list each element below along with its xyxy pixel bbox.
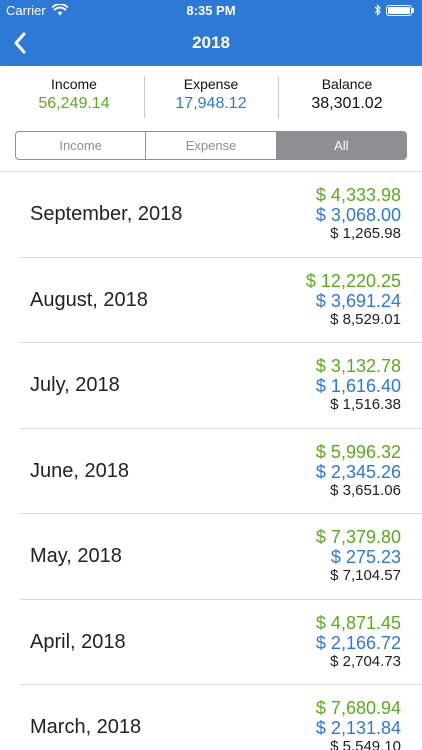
expense-total: 17,948.12 <box>175 95 247 112</box>
month-expense: $ 3,691.24 <box>315 290 401 311</box>
month-balance: $ 3,651.06 <box>330 481 401 499</box>
month-label: September, 2018 <box>30 203 183 225</box>
income-summary: Income 56,249.14 <box>4 76 144 113</box>
segment-all[interactable]: All <box>276 132 406 159</box>
month-row[interactable]: August, 2018 $ 12,220.25 $ 3,691.24 $ 8,… <box>20 258 422 343</box>
month-income: $ 5,996.32 <box>315 441 401 462</box>
month-expense: $ 3,068.00 <box>315 205 401 225</box>
month-balance: $ 1,265.98 <box>330 225 401 242</box>
status-time: 8:35 PM <box>186 3 236 18</box>
month-balance: $ 8,529.01 <box>330 310 401 328</box>
month-amounts: $ 12,220.25 $ 3,691.24 $ 8,529.01 <box>306 271 401 329</box>
month-expense: $ 275.23 <box>330 547 401 567</box>
month-balance: $ 7,104.57 <box>330 567 401 584</box>
month-expense: $ 1,616.40 <box>315 376 401 396</box>
month-expense: $ 2,166.72 <box>315 632 401 653</box>
month-amounts: $ 5,996.32 $ 2,345.26 $ 3,651.06 <box>316 442 401 500</box>
status-bar: Carrier 8:35 PM <box>0 0 422 20</box>
year-summary: Income 56,249.14 Expense 17,948.12 Balan… <box>0 66 422 122</box>
month-label: July, 2018 <box>30 374 120 396</box>
month-income: $ 12,220.25 <box>305 270 401 291</box>
page-title: 2018 <box>192 33 230 52</box>
month-income: $ 4,871.45 <box>315 612 401 633</box>
month-row[interactable]: April, 2018 $ 4,871.45 $ 2,166.72 $ 2,70… <box>20 600 422 685</box>
expense-summary: Expense 17,948.12 <box>141 76 281 113</box>
navigation-bar: 2018 <box>0 20 422 66</box>
expense-label: Expense <box>183 76 239 92</box>
month-expense: $ 2,345.26 <box>315 461 401 482</box>
month-balance: $ 2,704.73 <box>330 652 401 670</box>
month-row[interactable]: September, 2018 $ 4,333.98 $ 3,068.00 $ … <box>20 172 422 258</box>
month-amounts: $ 7,379.80 $ 275.23 $ 7,104.57 <box>316 527 401 585</box>
month-income: $ 7,680.94 <box>315 698 401 718</box>
month-label: August, 2018 <box>30 288 148 311</box>
month-row[interactable]: July, 2018 $ 3,132.78 $ 1,616.40 $ 1,516… <box>20 343 422 429</box>
balance-label: Balance <box>321 76 373 92</box>
income-total: 56,249.14 <box>38 95 110 112</box>
month-row[interactable]: March, 2018 $ 7,680.94 $ 2,131.84 $ 5,54… <box>20 685 422 750</box>
month-expense: $ 2,131.84 <box>315 718 401 738</box>
balance-total: 38,301.02 <box>311 95 383 112</box>
month-income: $ 7,379.80 <box>315 527 401 547</box>
month-income: $ 3,132.78 <box>315 356 401 376</box>
month-label: June, 2018 <box>30 459 129 482</box>
segment-expense[interactable]: Expense <box>146 132 277 159</box>
month-amounts: $ 4,871.45 $ 2,166.72 $ 2,704.73 <box>316 613 401 671</box>
month-balance: $ 1,516.38 <box>330 396 401 413</box>
month-income: $ 4,333.98 <box>315 185 401 205</box>
battery-icon <box>386 5 416 16</box>
filter-segmented-control: Income Expense All <box>15 131 407 160</box>
segment-income[interactable]: Income <box>16 132 147 159</box>
month-label: March, 2018 <box>30 716 142 738</box>
income-label: Income <box>51 76 97 92</box>
month-amounts: $ 4,333.98 $ 3,068.00 $ 1,265.98 <box>316 185 401 243</box>
month-balance: $ 5,549.10 <box>330 738 401 750</box>
month-row[interactable]: May, 2018 $ 7,379.80 $ 275.23 $ 7,104.57 <box>20 514 422 600</box>
month-label: April, 2018 <box>30 630 126 653</box>
month-amounts: $ 7,680.94 $ 2,131.84 $ 5,549.10 <box>316 698 401 750</box>
month-amounts: $ 3,132.78 $ 1,616.40 $ 1,516.38 <box>316 356 401 414</box>
header: Carrier 8:35 PM 2018 <box>0 0 422 66</box>
bluetooth-icon <box>374 4 381 16</box>
month-list: September, 2018 $ 4,333.98 $ 3,068.00 $ … <box>0 171 422 750</box>
balance-summary: Balance 38,301.02 <box>277 76 417 113</box>
month-label: May, 2018 <box>30 545 122 567</box>
month-row[interactable]: June, 2018 $ 5,996.32 $ 2,345.26 $ 3,651… <box>20 429 422 514</box>
